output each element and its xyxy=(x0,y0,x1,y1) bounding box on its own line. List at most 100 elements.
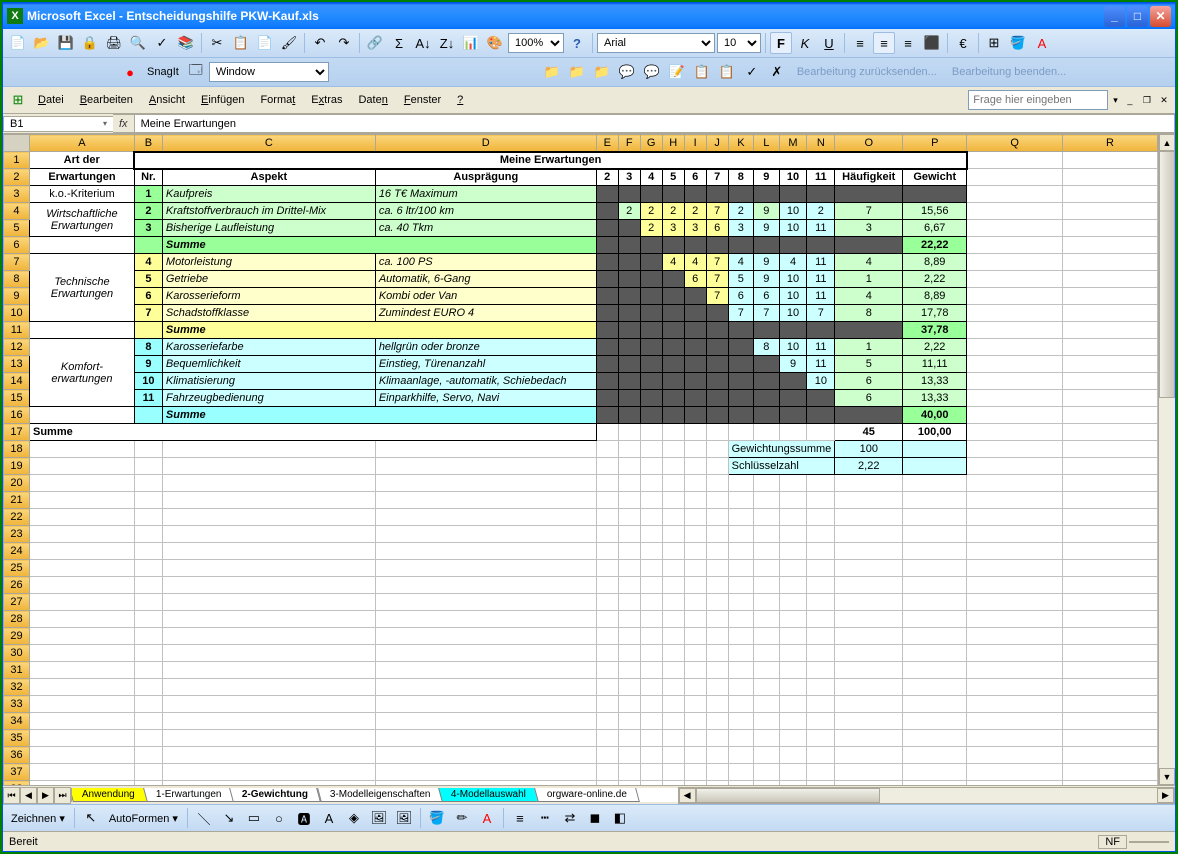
cell[interactable] xyxy=(662,747,684,764)
cell[interactable] xyxy=(706,322,728,339)
cell[interactable]: Einparkhilfe, Servo, Navi xyxy=(375,390,596,407)
row-1[interactable]: 1 xyxy=(4,152,30,169)
row-33[interactable]: 33 xyxy=(4,696,30,713)
cell[interactable] xyxy=(835,492,903,509)
cell[interactable]: 37,78 xyxy=(903,322,967,339)
cell[interactable] xyxy=(706,696,728,713)
cell[interactable]: 3 xyxy=(728,220,754,237)
cell[interactable]: 2,22 xyxy=(835,458,903,475)
cell[interactable] xyxy=(728,543,754,560)
cell[interactable] xyxy=(903,492,967,509)
cell[interactable]: 7 xyxy=(728,305,754,322)
cell[interactable]: 11 xyxy=(807,339,835,356)
cell[interactable] xyxy=(779,237,807,254)
vertical-scrollbar[interactable]: ▲ ▼ xyxy=(1158,134,1175,785)
cell[interactable]: 2,22 xyxy=(903,271,967,288)
scroll-down-icon[interactable]: ▼ xyxy=(1159,768,1175,785)
cell[interactable]: Kombi oder Van xyxy=(375,288,596,305)
cell[interactable] xyxy=(967,254,1063,271)
redo-icon[interactable]: ↷ xyxy=(333,32,355,54)
cell[interactable] xyxy=(618,662,640,679)
cell[interactable] xyxy=(375,747,596,764)
wordart-icon[interactable]: A xyxy=(318,807,340,829)
cell[interactable] xyxy=(835,594,903,611)
new-icon[interactable]: 📄 xyxy=(7,32,29,54)
cell[interactable] xyxy=(967,764,1063,781)
cell[interactable] xyxy=(807,747,835,764)
hscroll-thumb[interactable] xyxy=(696,788,881,803)
cell[interactable] xyxy=(134,407,162,424)
oval-icon[interactable]: ○ xyxy=(268,807,290,829)
cell[interactable] xyxy=(684,322,706,339)
cell[interactable] xyxy=(618,407,640,424)
cell[interactable] xyxy=(706,730,728,747)
cell[interactable] xyxy=(134,764,162,781)
horizontal-scrollbar[interactable]: ◀ ▶ xyxy=(678,787,1175,804)
cell[interactable]: Komfort-erwartungen xyxy=(29,339,134,407)
cell[interactable]: 10 xyxy=(134,373,162,390)
col-O[interactable]: O xyxy=(835,135,903,152)
textbox-icon[interactable]: 🅰 xyxy=(293,807,315,829)
cell[interactable] xyxy=(596,781,618,786)
cell[interactable] xyxy=(728,322,754,339)
end-review-button[interactable]: Bearbeitung beenden... xyxy=(946,65,1072,79)
cell[interactable] xyxy=(728,679,754,696)
cell[interactable] xyxy=(967,424,1063,441)
col-R[interactable]: R xyxy=(1063,135,1158,152)
tab-next-icon[interactable]: ▶ xyxy=(37,787,54,804)
merge-icon[interactable]: ⬛ xyxy=(921,32,943,54)
cell[interactable] xyxy=(728,356,754,373)
cell[interactable] xyxy=(162,560,375,577)
cell[interactable]: 4 xyxy=(835,288,903,305)
cell[interactable]: 9 xyxy=(754,271,780,288)
cell[interactable] xyxy=(134,458,162,475)
cell[interactable] xyxy=(779,611,807,628)
cell[interactable] xyxy=(662,288,684,305)
cell[interactable] xyxy=(728,373,754,390)
cell[interactable] xyxy=(835,186,903,203)
menu-ansicht[interactable]: Ansicht xyxy=(142,92,192,108)
cell[interactable]: Bequemlichkeit xyxy=(162,356,375,373)
cell[interactable]: 2 xyxy=(807,203,835,220)
col-I[interactable]: I xyxy=(684,135,706,152)
row-3[interactable]: 3 xyxy=(4,186,30,203)
cell[interactable] xyxy=(835,696,903,713)
row-17[interactable]: 17 xyxy=(4,424,30,441)
cell[interactable]: 10 xyxy=(807,373,835,390)
cell[interactable] xyxy=(706,781,728,786)
cell[interactable] xyxy=(754,322,780,339)
cell[interactable] xyxy=(29,322,134,339)
cell[interactable] xyxy=(596,424,618,441)
cell[interactable]: 2 xyxy=(684,203,706,220)
cell[interactable] xyxy=(596,611,618,628)
cell[interactable] xyxy=(29,611,134,628)
cell[interactable]: 13,33 xyxy=(903,390,967,407)
cell[interactable] xyxy=(779,747,807,764)
cell[interactable] xyxy=(728,526,754,543)
cell[interactable]: 1 xyxy=(835,339,903,356)
sheet-tab-2[interactable]: 2-Gewichtung xyxy=(230,788,322,802)
cell[interactable] xyxy=(29,713,134,730)
cell[interactable] xyxy=(754,645,780,662)
autosum-icon[interactable]: Σ xyxy=(388,32,410,54)
cell[interactable] xyxy=(662,492,684,509)
spreadsheet[interactable]: AB CD EF GH IJ KL MN OP QR 1Art derMeine… xyxy=(3,134,1158,785)
cell[interactable]: ca. 40 Tkm xyxy=(375,220,596,237)
cell[interactable]: 4 xyxy=(728,254,754,271)
cell[interactable]: 3 xyxy=(618,169,640,186)
cell[interactable] xyxy=(375,696,596,713)
cell[interactable] xyxy=(662,424,684,441)
cell[interactable] xyxy=(754,373,780,390)
sheet-tab-4[interactable]: 4-Modellauswahl xyxy=(438,788,539,802)
cell[interactable] xyxy=(728,237,754,254)
cell[interactable] xyxy=(1063,526,1158,543)
cell[interactable] xyxy=(807,475,835,492)
cell[interactable]: 1 xyxy=(134,186,162,203)
cell[interactable] xyxy=(662,781,684,786)
cell[interactable] xyxy=(162,713,375,730)
cell[interactable] xyxy=(29,764,134,781)
cell[interactable] xyxy=(967,237,1063,254)
cell[interactable] xyxy=(618,288,640,305)
cell[interactable]: 4 xyxy=(835,254,903,271)
cell[interactable] xyxy=(779,781,807,786)
